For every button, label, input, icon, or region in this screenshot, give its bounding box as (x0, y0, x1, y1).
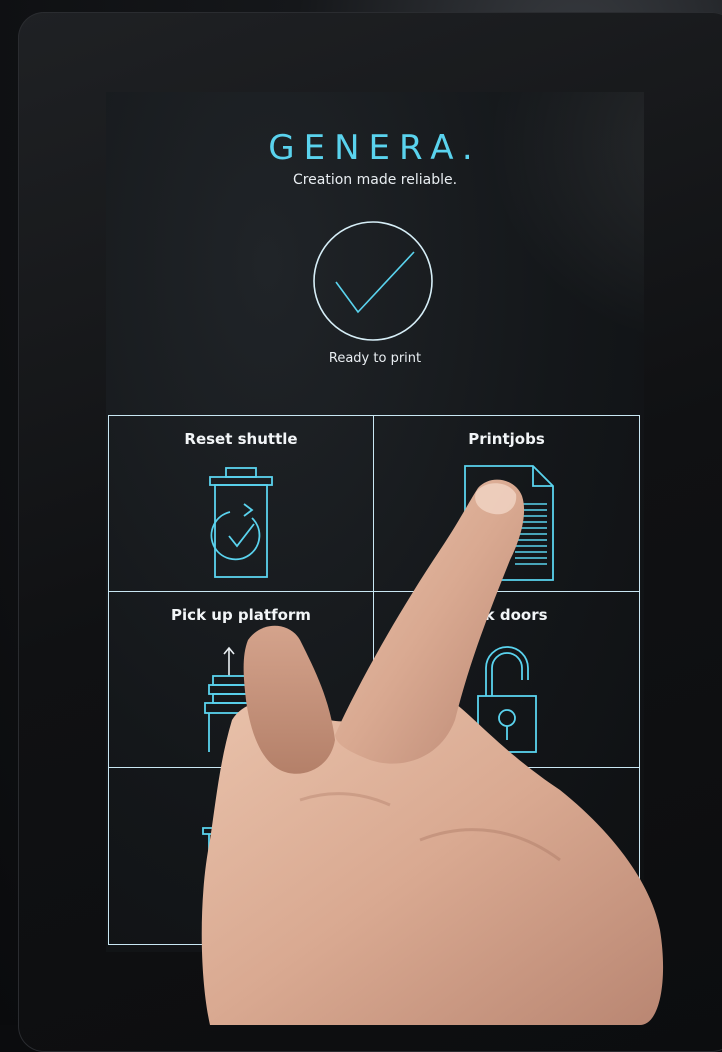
platform-lift-icon (204, 646, 262, 752)
pick-up-platform-button[interactable]: Pick up platform (109, 592, 374, 768)
mode-label: mode (483, 782, 530, 800)
pick-up-platform-label: Pick up platform (171, 606, 311, 624)
padlock-open-icon (476, 646, 537, 753)
reset-shuttle-button[interactable]: Reset shuttle (109, 416, 374, 592)
lock-doors-label: ock doors (465, 606, 548, 624)
device-background: GENERA. Creation made reliable. Ready to… (0, 0, 722, 1052)
touch-screen: GENERA. Creation made reliable. Ready to… (106, 92, 644, 952)
lock-doors-button[interactable]: ock doors (374, 592, 639, 768)
drain-icon (202, 819, 271, 926)
printjobs-label: Printjobs (468, 430, 545, 448)
status-text: Ready to print (328, 351, 422, 366)
checkmark-circle-icon (313, 221, 433, 341)
drain-label: Drai (223, 782, 259, 800)
printjobs-button[interactable]: Printjobs (374, 416, 639, 592)
brand-tagline: Creation made reliable. (292, 172, 458, 188)
drain-button[interactable]: Drai (109, 768, 374, 944)
action-grid: Reset shuttle Printjobs Pick up platform… (108, 415, 640, 945)
shuttle-reset-icon (209, 467, 273, 578)
mode-icon (472, 816, 542, 934)
document-icon (463, 465, 554, 581)
mode-button[interactable]: mode (374, 768, 639, 944)
brand-logo: GENERA. (268, 128, 482, 168)
reset-shuttle-label: Reset shuttle (184, 430, 298, 448)
